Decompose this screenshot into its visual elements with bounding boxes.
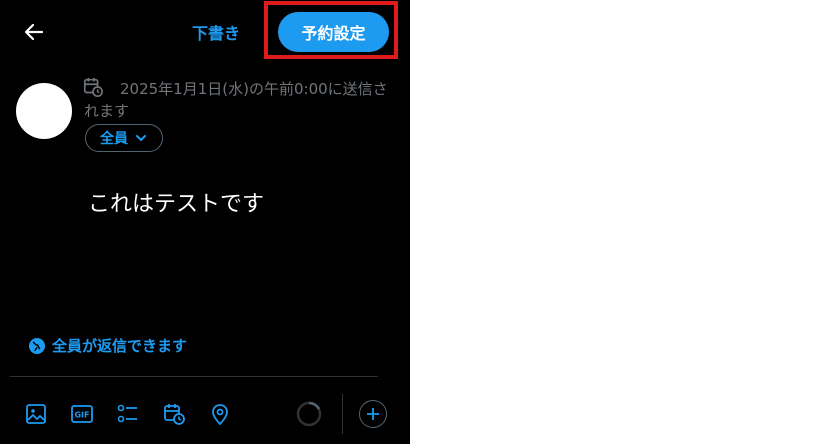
- image-button[interactable]: [24, 402, 48, 426]
- globe-icon: [29, 337, 45, 354]
- compose-screen: 下書き 予約設定 2025年1月1日(水)の午前0:00に送信されます 全員 こ…: [0, 0, 410, 444]
- divider: [10, 376, 378, 377]
- post-text[interactable]: これはテストです: [88, 186, 264, 218]
- gif-icon: GIF: [71, 405, 93, 423]
- location-icon: [212, 404, 228, 426]
- gif-label: GIF: [74, 411, 89, 420]
- schedule-button[interactable]: 予約設定: [278, 12, 389, 52]
- reply-setting[interactable]: 全員が返信できます: [28, 335, 187, 356]
- toolbar-divider: [342, 394, 343, 434]
- image-icon: [26, 404, 46, 424]
- plus-icon: [367, 408, 379, 420]
- chevron-down-icon: [136, 135, 146, 142]
- arrow-left-icon: [24, 23, 44, 41]
- character-counter: [296, 401, 322, 427]
- avatar[interactable]: [16, 83, 72, 139]
- add-post-button[interactable]: [359, 400, 387, 428]
- gif-button[interactable]: GIF: [70, 402, 94, 426]
- audience-label: 全員: [100, 131, 128, 147]
- draft-button[interactable]: 下書き: [192, 20, 240, 44]
- schedule-notice: 2025年1月1日(水)の午前0:00に送信されます: [84, 80, 388, 120]
- location-button[interactable]: [208, 402, 232, 426]
- reply-setting-label: 全員が返信できます: [52, 337, 188, 355]
- audience-selector[interactable]: 全員: [85, 124, 163, 152]
- poll-button[interactable]: [116, 402, 140, 426]
- poll-icon: [117, 404, 137, 423]
- back-button[interactable]: [22, 20, 46, 44]
- schedule-icon: [164, 404, 185, 425]
- schedule-button-toolbar[interactable]: [162, 402, 186, 426]
